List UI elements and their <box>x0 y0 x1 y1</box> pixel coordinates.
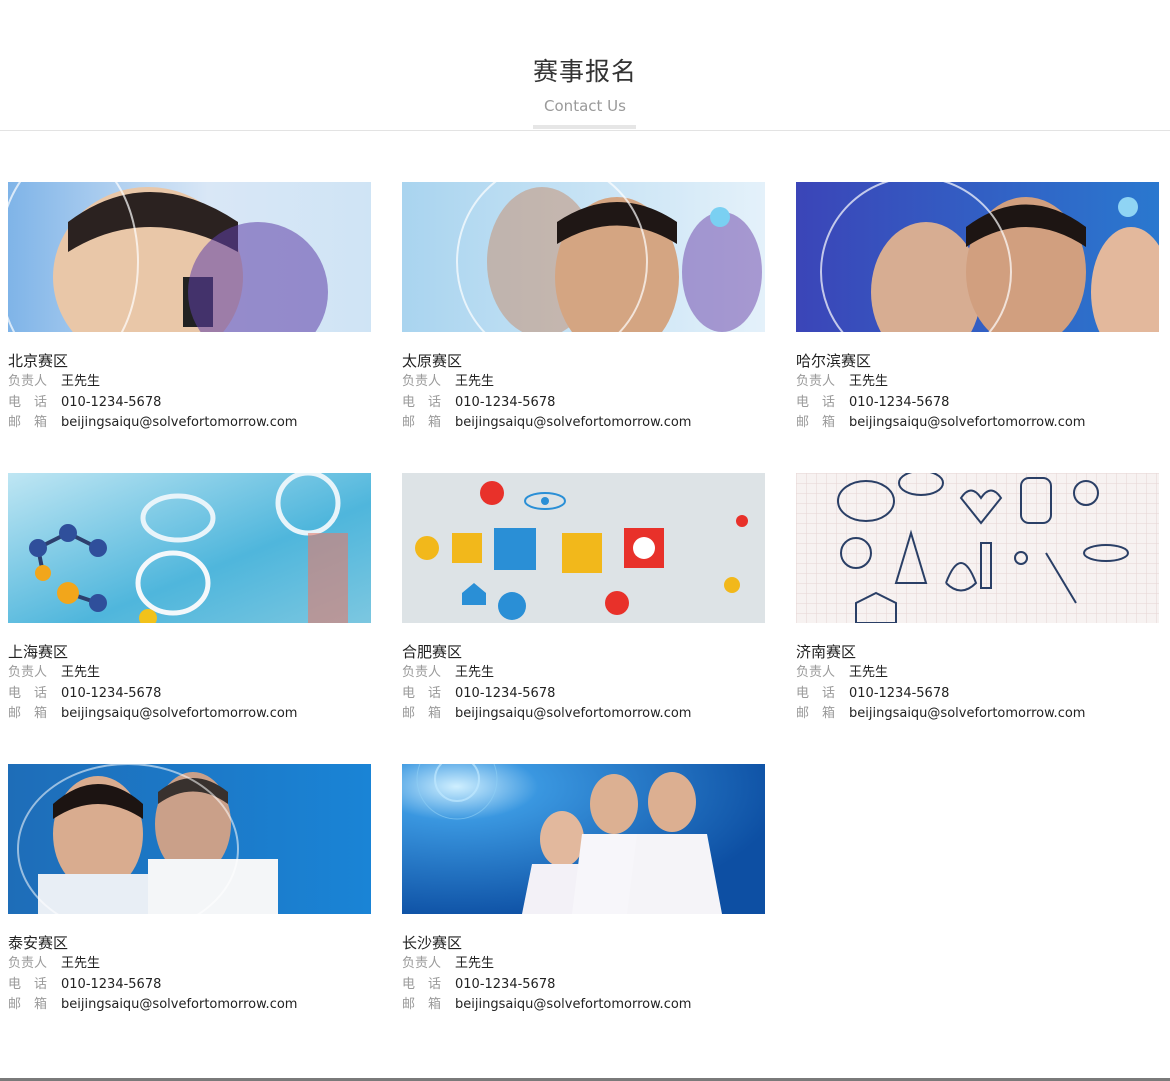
region-name: 哈尔滨赛区 <box>796 352 872 370</box>
email-row: 邮 箱 beijingsaiqu@solvefortomorrow.com <box>8 415 298 430</box>
contact-person-row: 负责人 王先生 <box>402 665 495 680</box>
email-link[interactable]: beijingsaiqu@solvefortomorrow.com <box>455 415 691 430</box>
girl-microscope-image <box>8 182 371 332</box>
email-row: 邮 箱 beijingsaiqu@solvefortomorrow.com <box>8 997 298 1012</box>
region-name: 太原赛区 <box>402 352 463 370</box>
region-image[interactable] <box>402 764 765 914</box>
page-subtitle: Contact Us <box>544 97 626 115</box>
email-link[interactable]: beijingsaiqu@solvefortomorrow.com <box>61 706 297 721</box>
contact-person-row: 负责人 王先生 <box>402 956 495 971</box>
email-row: 邮 箱 beijingsaiqu@solvefortomorrow.com <box>796 706 1086 721</box>
email-link[interactable]: beijingsaiqu@solvefortomorrow.com <box>849 706 1085 721</box>
email-row: 邮 箱 beijingsaiqu@solvefortomorrow.com <box>402 997 692 1012</box>
region-name: 泰安赛区 <box>8 934 69 952</box>
page-title: 赛事报名 <box>532 57 637 86</box>
science-doodles-image <box>796 473 1159 623</box>
region-image[interactable] <box>8 764 371 914</box>
region-image[interactable] <box>402 473 765 623</box>
contact-person-row: 负责人 王先生 <box>402 374 495 389</box>
region-name: 长沙赛区 <box>402 934 463 952</box>
phone-row: 电 话 010-1234-5678 <box>796 685 950 701</box>
region-image[interactable] <box>8 473 371 623</box>
email-link[interactable]: beijingsaiqu@solvefortomorrow.com <box>455 997 691 1012</box>
students-pointing-image <box>402 764 765 914</box>
email-row: 邮 箱 beijingsaiqu@solvefortomorrow.com <box>402 706 692 721</box>
region-card-shanghai[interactable]: 上海赛区 负责人 王先生 电 话 010-1234-5678 邮 箱 beijings… <box>8 473 371 725</box>
contact-person-row: 负责人 王先生 <box>796 665 889 680</box>
phone-row: 电 话 010-1234-5678 <box>8 976 162 992</box>
region-image[interactable] <box>402 182 765 332</box>
title-underline <box>533 125 636 129</box>
phone-row: 电 话 010-1234-5678 <box>402 976 556 992</box>
region-card-beijing[interactable]: 北京赛区 负责人 王先生 电 话 010-1234-5678 邮 箱 beijings… <box>8 182 371 434</box>
region-card-harbin[interactable]: 哈尔滨赛区 负责人 王先生 电 话 010-1234-5678 邮 箱 beijing… <box>796 182 1159 434</box>
region-card-jinan[interactable]: 济南赛区 负责人 王先生 电 话 010-1234-5678 邮 箱 beijings… <box>796 473 1159 725</box>
contact-person-row: 负责人 王先生 <box>8 374 101 389</box>
region-card-hefei[interactable]: 合肥赛区 负责人 王先生 电 话 010-1234-5678 邮 箱 beijings… <box>402 473 765 725</box>
phone-row: 电 话 010-1234-5678 <box>402 685 556 701</box>
region-name: 济南赛区 <box>796 643 857 661</box>
region-name: 合肥赛区 <box>402 643 463 661</box>
region-card-taiyuan[interactable]: 太原赛区 负责人 王先生 电 话 010-1234-5678 邮 箱 beijings… <box>402 182 765 434</box>
email-row: 邮 箱 beijingsaiqu@solvefortomorrow.com <box>8 706 298 721</box>
region-name: 上海赛区 <box>8 643 69 661</box>
email-link[interactable]: beijingsaiqu@solvefortomorrow.com <box>61 415 297 430</box>
contact-person-row: 负责人 王先生 <box>8 956 101 971</box>
phone-row: 电 话 010-1234-5678 <box>8 685 162 701</box>
email-row: 邮 箱 beijingsaiqu@solvefortomorrow.com <box>796 415 1086 430</box>
contact-person-row: 负责人 王先生 <box>796 374 889 389</box>
students-group-image <box>796 182 1159 332</box>
email-link[interactable]: beijingsaiqu@solvefortomorrow.com <box>849 415 1085 430</box>
molecule-labware-image <box>8 473 371 623</box>
region-card-changsha[interactable]: 长沙赛区 负责人 王先生 电 话 010-1234-5678 邮 箱 beijings… <box>402 764 765 1016</box>
contact-person-row: 负责人 王先生 <box>8 665 101 680</box>
student-teacher-image <box>8 764 371 914</box>
email-row: 邮 箱 beijingsaiqu@solvefortomorrow.com <box>402 415 692 430</box>
phone-row: 电 话 010-1234-5678 <box>796 394 950 410</box>
region-image[interactable] <box>8 182 371 332</box>
region-image[interactable] <box>796 473 1159 623</box>
page-header: 赛事报名 Contact Us <box>0 0 1170 131</box>
region-card-taian[interactable]: 泰安赛区 负责人 王先生 电 话 010-1234-5678 邮 箱 beijings… <box>8 764 371 1016</box>
flat-science-icons-image <box>402 473 765 623</box>
young-man-image <box>402 182 765 332</box>
email-link[interactable]: beijingsaiqu@solvefortomorrow.com <box>455 706 691 721</box>
region-image[interactable] <box>796 182 1159 332</box>
phone-row: 电 话 010-1234-5678 <box>8 394 162 410</box>
phone-row: 电 话 010-1234-5678 <box>402 394 556 410</box>
email-link[interactable]: beijingsaiqu@solvefortomorrow.com <box>61 997 297 1012</box>
region-name: 北京赛区 <box>8 352 69 370</box>
